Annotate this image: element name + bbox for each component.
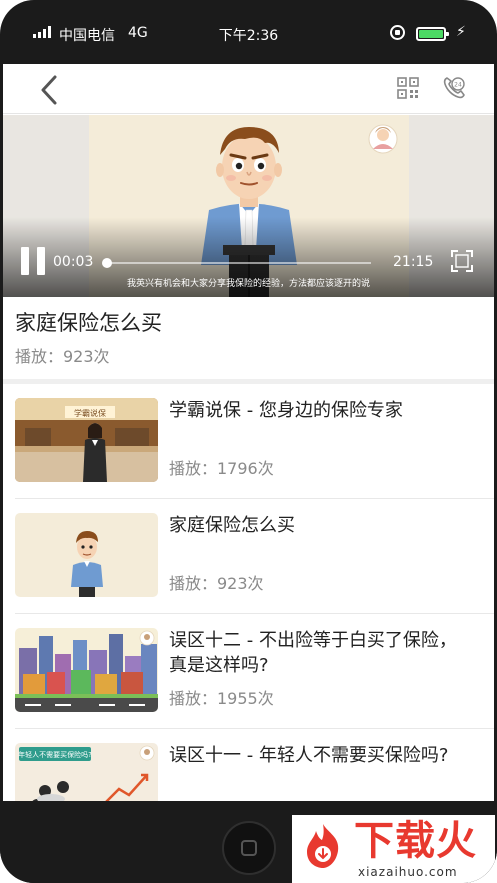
site-watermark: 下载火 xiazaihuo.com <box>292 815 495 883</box>
video-info: 家庭保险怎么买 播放：923次 <box>3 297 494 379</box>
video-player[interactable]: 00:03 21:15 我英兴有机会和大家分享我保险的经验，方法都应该逐开的说 <box>3 115 494 297</box>
charging-icon: ⚡ <box>456 24 466 40</box>
video-thumbnail <box>15 628 158 712</box>
list-item-title: 家庭保险怎么买 <box>169 515 295 536</box>
rotation-lock-icon <box>390 25 405 40</box>
fullscreen-icon[interactable] <box>451 250 473 272</box>
qr-code-icon[interactable] <box>397 77 419 99</box>
nav-bar: 24 <box>3 64 494 114</box>
current-time: 00:03 <box>53 254 94 270</box>
watermark-text: 下载火 <box>354 818 477 864</box>
list-item[interactable]: 误区十二 - 不出险等于白买了保险，真是这样吗? 播放：1955次 <box>3 614 494 729</box>
list-item[interactable]: 家庭保险怎么买 播放：923次 <box>3 499 494 614</box>
video-play-count: 播放：923次 <box>15 347 110 366</box>
phone-frame: 中国电信 4G 下午2:36 ⚡ 24 00:03 21:15 我英兴有机会和大… <box>0 0 497 883</box>
list-item-title: 误区十二 - 不出险等于白买了保险，真是这样吗? <box>169 630 457 676</box>
battery-icon <box>416 27 449 41</box>
chevron-left-icon[interactable] <box>33 72 69 108</box>
pause-button[interactable] <box>21 247 45 275</box>
list-item-title: 误区十一 - 年轻人不需要买保险吗? <box>169 745 449 766</box>
video-thumbnail: 年轻人不需要买保险吗? <box>15 743 158 801</box>
list-item[interactable]: 年轻人不需要买保险吗? 误区十一 - 年轻人不需要买保险吗? <box>3 729 494 801</box>
list-item-plays: 播放：1796次 <box>169 459 274 478</box>
list-item[interactable]: 学霸说保 学霸说保 - 您身边的保险专家 播放：1796次 <box>3 384 494 499</box>
video-title: 家庭保险怎么买 <box>15 311 162 335</box>
list-item-plays: 播放：1955次 <box>169 689 274 708</box>
video-thumbnail <box>15 513 158 597</box>
svg-text:年轻人不需要买保险吗?: 年轻人不需要买保险吗? <box>18 750 92 759</box>
app-screen: 24 00:03 21:15 我英兴有机会和大家分享我保险的经验，方法都应该逐开… <box>3 64 494 801</box>
status-bar: 中国电信 4G 下午2:36 ⚡ <box>0 0 497 64</box>
video-thumbnail: 学霸说保 <box>15 398 158 482</box>
home-button[interactable] <box>222 821 276 875</box>
phone-24h-icon[interactable]: 24 <box>441 75 467 101</box>
video-subtitle: 我英兴有机会和大家分享我保险的经验，方法都应该逐开的说 <box>126 279 370 289</box>
seek-handle[interactable] <box>101 258 112 268</box>
list-item-title: 学霸说保 - 您身边的保险专家 <box>169 400 403 421</box>
flame-logo-icon <box>307 824 339 868</box>
watermark-url: xiazaihuo.com <box>358 865 458 879</box>
svg-text:24: 24 <box>454 82 462 89</box>
total-time: 21:15 <box>393 254 434 270</box>
list-item-plays: 播放：923次 <box>169 574 264 593</box>
seek-bar[interactable] <box>101 258 371 268</box>
svg-text:学霸说保: 学霸说保 <box>74 408 106 418</box>
